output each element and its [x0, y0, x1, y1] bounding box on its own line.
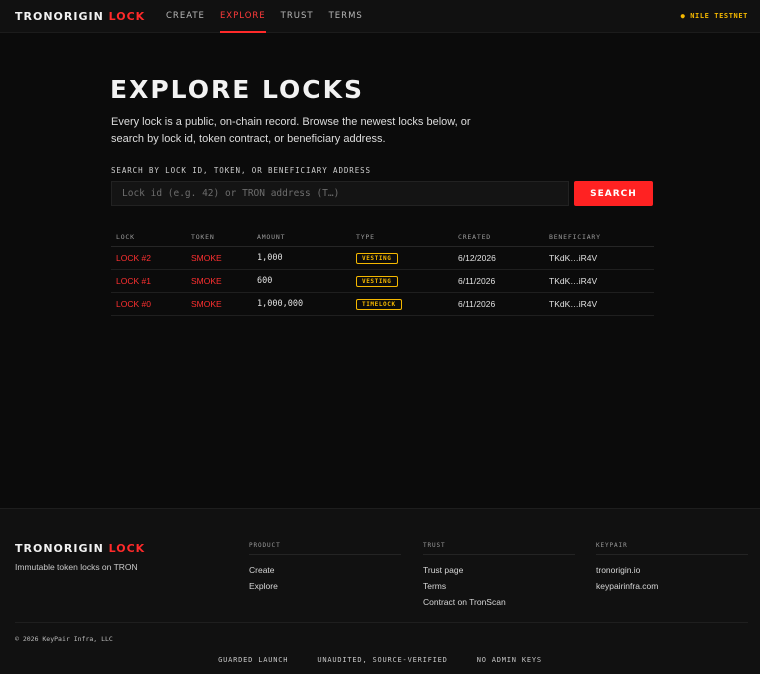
amount: 1,000: [257, 253, 283, 263]
token-link[interactable]: SMOKE: [191, 247, 222, 269]
page-title: EXPLORE LOCKS: [110, 75, 365, 104]
col-created: CREATED: [458, 232, 491, 241]
col-type: TYPE: [356, 232, 375, 241]
brand-main: TRONORIGIN: [15, 10, 104, 23]
table-row[interactable]: LOCK #1 SMOKE 600 VESTING 6/11/2026 TKdK…: [111, 270, 654, 293]
badge-unaudited: UNAUDITED, SOURCE-VERIFIED: [317, 656, 448, 664]
footer-badges: GUARDED LAUNCH UNAUDITED, SOURCE-VERIFIE…: [0, 656, 760, 664]
col-beneficiary: BENEFICIARY: [549, 232, 601, 241]
footer-link-keypairinfra[interactable]: keypairinfra.com: [596, 578, 748, 594]
footer-brand[interactable]: TRONORIGIN LOCK: [15, 542, 145, 555]
amount: 1,000,000: [257, 299, 304, 309]
col-token: TOKEN: [191, 232, 215, 241]
footer-link-trust-page[interactable]: Trust page: [423, 562, 575, 578]
footer-link-terms[interactable]: Terms: [423, 578, 575, 594]
search-button[interactable]: SEARCH: [574, 181, 653, 206]
type-badge: VESTING: [356, 275, 398, 287]
brand-logo[interactable]: TRONORIGIN LOCK: [15, 10, 145, 23]
footer-divider: [15, 622, 748, 623]
footer-link-tronscan[interactable]: Contract on TronScan: [423, 594, 575, 610]
page-intro: Every lock is a public, on-chain record.…: [111, 116, 471, 145]
beneficiary-address: TKdK…iR4V: [549, 299, 598, 309]
brand-accent: LOCK: [108, 10, 146, 23]
search-label: SEARCH BY LOCK ID, TOKEN, OR BENEFICIARY…: [111, 166, 371, 175]
footer-trust-heading: TRUST: [423, 542, 575, 555]
top-navbar: TRONORIGIN LOCK CREATE EXPLORE TRUST TER…: [0, 0, 760, 33]
locks-table: LOCK TOKEN AMOUNT TYPE CREATED BENEFICIA…: [111, 227, 654, 316]
type-badge: TIMELOCK: [356, 298, 402, 310]
nav-explore[interactable]: EXPLORE: [219, 0, 266, 33]
created-date: 6/12/2026: [458, 253, 496, 263]
main-nav: CREATE EXPLORE TRUST TERMS: [166, 0, 378, 33]
created-date: 6/11/2026: [458, 299, 496, 309]
beneficiary-address: TKdK…iR4V: [549, 253, 598, 263]
type-badge: VESTING: [356, 252, 398, 264]
footer-keypair-column: KEYPAIR tronorigin.io keypairinfra.com: [596, 542, 748, 594]
footer-tagline: Immutable token locks on TRON: [15, 562, 138, 572]
search-input[interactable]: [111, 181, 569, 206]
nav-terms[interactable]: TERMS: [329, 0, 363, 33]
site-footer: TRONORIGIN LOCK Immutable token locks on…: [0, 508, 760, 674]
table-header: LOCK TOKEN AMOUNT TYPE CREATED BENEFICIA…: [111, 227, 654, 247]
token-link[interactable]: SMOKE: [191, 270, 222, 292]
created-date: 6/11/2026: [458, 276, 496, 286]
copyright: © 2026 KeyPair Infra, LLC: [15, 635, 113, 643]
footer-link-tronorigin[interactable]: tronorigin.io: [596, 562, 748, 578]
footer-brand-accent: LOCK: [108, 542, 146, 555]
lock-link[interactable]: LOCK #0: [116, 293, 151, 315]
footer-product-column: PRODUCT Create Explore: [249, 542, 401, 594]
token-link[interactable]: SMOKE: [191, 293, 222, 315]
network-indicator: ● NILE TESTNET: [680, 12, 748, 20]
footer-keypair-heading: KEYPAIR: [596, 542, 748, 555]
footer-product-heading: PRODUCT: [249, 542, 401, 555]
nav-create[interactable]: CREATE: [166, 0, 205, 33]
lock-link[interactable]: LOCK #1: [116, 270, 151, 292]
amount: 600: [257, 276, 273, 286]
footer-brand-main: TRONORIGIN: [15, 542, 104, 555]
table-row[interactable]: LOCK #0 SMOKE 1,000,000 TIMELOCK 6/11/20…: [111, 293, 654, 316]
footer-link-create[interactable]: Create: [249, 562, 401, 578]
footer-trust-column: TRUST Trust page Terms Contract on TronS…: [423, 542, 575, 610]
footer-link-explore[interactable]: Explore: [249, 578, 401, 594]
table-row[interactable]: LOCK #2 SMOKE 1,000 VESTING 6/12/2026 TK…: [111, 247, 654, 270]
beneficiary-address: TKdK…iR4V: [549, 276, 598, 286]
col-lock: LOCK: [116, 232, 135, 241]
badge-guarded-launch: GUARDED LAUNCH: [218, 656, 289, 664]
col-amount: AMOUNT: [257, 232, 286, 241]
nav-trust[interactable]: TRUST: [281, 0, 314, 33]
badge-no-admin-keys: NO ADMIN KEYS: [476, 656, 542, 664]
lock-link[interactable]: LOCK #2: [116, 247, 151, 269]
